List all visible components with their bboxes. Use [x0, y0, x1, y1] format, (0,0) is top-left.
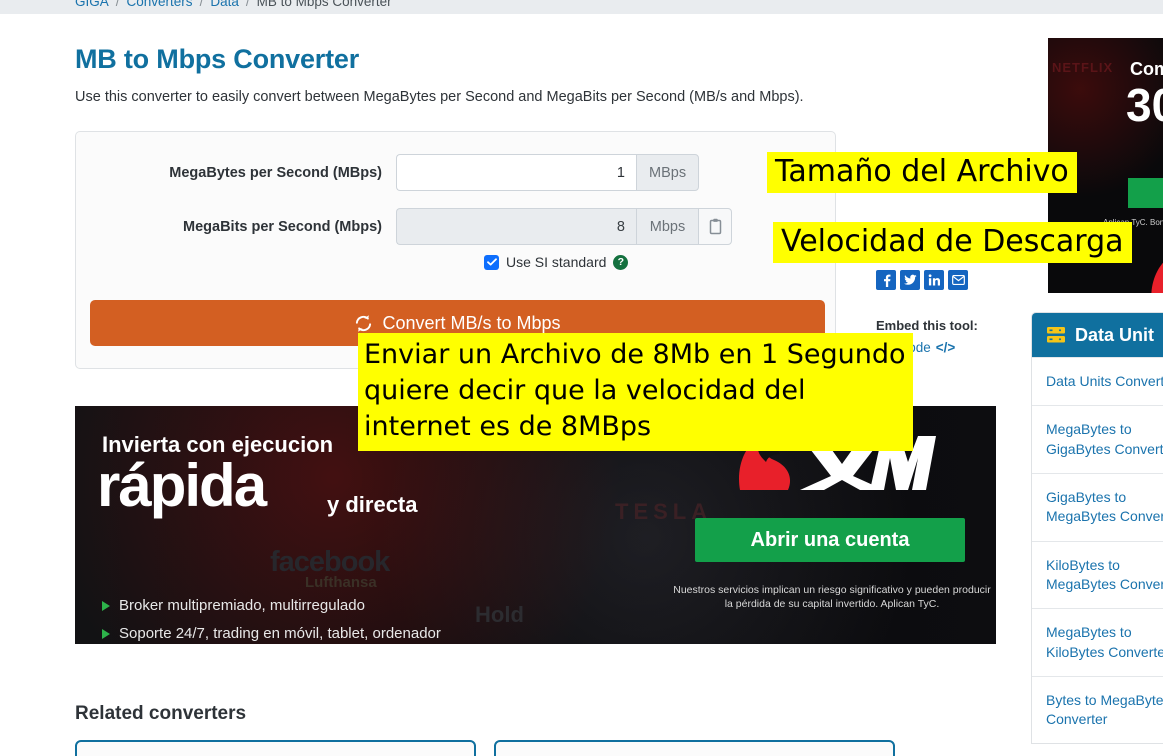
sidebar-item-bytes-to-mb[interactable]: Bytes to MegaBytes Converter	[1032, 675, 1163, 744]
database-icon	[1046, 326, 1066, 344]
ad-v-ghost-netflix: NETFLIX	[1052, 60, 1114, 75]
refresh-icon	[354, 314, 373, 333]
ad-v-headline-1: Comien	[1130, 59, 1163, 79]
convert-button-label: Convert MB/s to Mbps	[382, 312, 561, 333]
ad-bullet-2-label: Soporte 24/7, trading en móvil, tablet, …	[119, 625, 441, 642]
si-standard-row: Use SI standard ?	[484, 254, 629, 270]
megabytes-input-group: 1 MBps	[396, 154, 700, 191]
breadcrumb-separator: /	[115, 0, 120, 9]
ad-headline-3: y directa	[327, 492, 418, 517]
ad-cta-button[interactable]: Abrir una cuenta	[695, 518, 965, 562]
megabits-input-group: 8 Mbps	[396, 208, 732, 245]
question-mark-icon[interactable]: ?	[613, 254, 629, 270]
breadcrumb-separator: /	[245, 0, 250, 9]
ad-bullet-1: Broker multipremiado, multirregulado	[102, 597, 365, 614]
checkmark-icon	[486, 258, 497, 266]
annotation-explanation: Enviar un Archivo de 8Mb en 1 Segundo qu…	[358, 333, 913, 451]
megabytes-input[interactable]: 1	[396, 154, 636, 191]
bull-logo-icon	[1151, 262, 1163, 293]
ad-ghost-lufthansa: Lufthansa	[305, 574, 377, 591]
sidebar-item-mb-to-kb[interactable]: MegaBytes to KiloBytes Converter	[1032, 608, 1163, 676]
sidebar-item-kb-to-mb[interactable]: KiloBytes to MegaBytes Converter	[1032, 540, 1163, 609]
megabytes-label: MegaBytes per Second (MBps)	[169, 164, 382, 181]
copy-result-button[interactable]	[698, 208, 732, 245]
sidebar-item-gb-to-mb[interactable]: GigaBytes to MegaBytes Converter	[1032, 472, 1163, 541]
sidebar-item-data-units[interactable]: Data Units Converter	[1032, 357, 1163, 405]
ad-v-headline-2: 30	[1126, 79, 1163, 131]
breadcrumb-item-converters[interactable]: Converters	[127, 0, 193, 9]
si-standard-label: Use SI standard	[506, 254, 607, 270]
sidebar-header-title: Data Unit	[1075, 324, 1155, 345]
ad-bullet-2: Soporte 24/7, trading en móvil, tablet, …	[102, 625, 441, 642]
converter-row-megabits: MegaBits per Second (Mbps) 8 Mbps	[76, 208, 837, 245]
sidebar-item-mb-to-gb[interactable]: MegaBytes to GigaBytes Converter	[1032, 405, 1163, 473]
triangle-bullet-icon	[102, 628, 110, 639]
related-converter-card-2[interactable]	[494, 740, 895, 756]
megabits-unit-addon: Mbps	[636, 208, 698, 245]
annotation-file-size: Tamaño del Archivo	[767, 152, 1077, 193]
social-share-bar	[876, 270, 968, 290]
breadcrumb-item-giga[interactable]: GIGA	[75, 0, 109, 9]
annotation-download-speed: Velocidad de Descarga	[773, 222, 1132, 263]
si-standard-checkbox[interactable]	[484, 254, 499, 270]
clipboard-icon	[708, 218, 723, 235]
sidebar-header: Data Unit	[1032, 313, 1163, 357]
breadcrumb-item-data[interactable]: Data	[210, 0, 239, 9]
embed-tool-label: Embed this tool:	[876, 318, 978, 333]
ad-ghost-hold: Hold	[475, 602, 524, 627]
breadcrumb-item-current: MB to Mbps Converter	[256, 0, 392, 9]
related-converter-card-1[interactable]	[75, 740, 476, 756]
page-title: MB to Mbps Converter	[75, 44, 360, 74]
ad-disclaimer: Nuestros servicios implican un riesgo si…	[673, 584, 991, 611]
ad-bullet-1-label: Broker multipremiado, multirregulado	[119, 597, 365, 614]
page-root: GIGA / Converters / Data / MB to Mbps Co…	[0, 0, 1163, 756]
breadcrumb: GIGA / Converters / Data / MB to Mbps Co…	[0, 0, 1163, 14]
sidebar-data-unit-widget: Data Unit Data Units Converter MegaBytes…	[1031, 312, 1163, 745]
facebook-icon[interactable]	[876, 270, 896, 290]
megabits-label: MegaBits per Second (Mbps)	[183, 218, 382, 235]
linkedin-icon[interactable]	[924, 270, 944, 290]
breadcrumb-separator: /	[199, 0, 204, 9]
related-converter-card-1-label	[77, 742, 474, 753]
megabytes-unit-addon: MBps	[636, 154, 700, 191]
twitter-icon[interactable]	[900, 270, 920, 290]
triangle-bullet-icon	[102, 600, 110, 611]
related-converters-title: Related converters	[75, 703, 247, 724]
related-converter-card-2-label	[496, 742, 893, 753]
code-brackets-icon: </>	[935, 340, 956, 355]
email-icon[interactable]	[948, 270, 968, 290]
converter-row-megabytes: MegaBytes per Second (MBps) 1 MBps	[76, 154, 837, 191]
megabits-input[interactable]: 8	[396, 208, 636, 245]
ad-headline-2: rápida	[97, 452, 267, 519]
ad-v-cta-button[interactable]: Abrir u	[1128, 178, 1163, 208]
page-description: Use this converter to easily convert bet…	[75, 89, 804, 105]
